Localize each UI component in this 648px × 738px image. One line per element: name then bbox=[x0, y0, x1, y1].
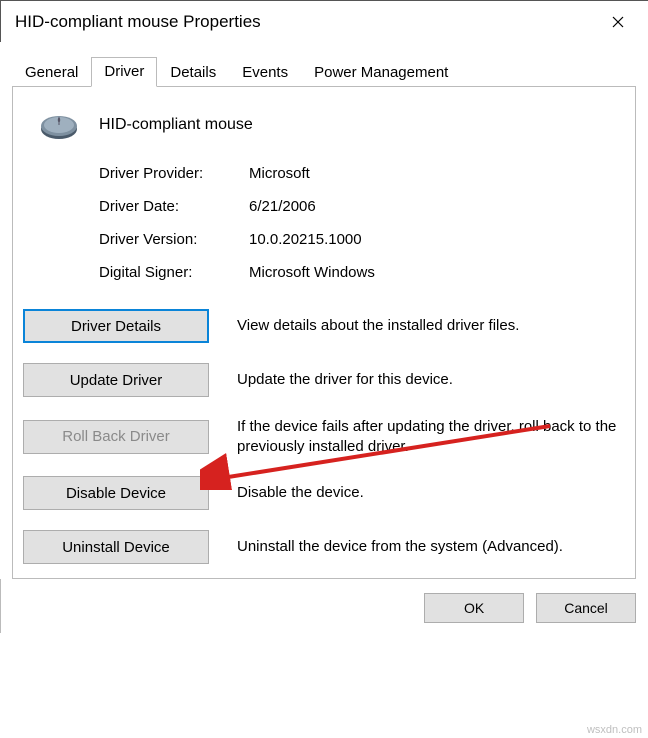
close-icon bbox=[612, 16, 624, 28]
tab-general[interactable]: General bbox=[12, 58, 91, 87]
driver-date-value: 6/21/2006 bbox=[249, 198, 625, 215]
tab-power-management[interactable]: Power Management bbox=[301, 58, 461, 87]
uninstall-device-button[interactable]: Uninstall Device bbox=[23, 530, 209, 564]
window-title: HID-compliant mouse Properties bbox=[15, 12, 261, 32]
driver-details-desc: View details about the installed driver … bbox=[237, 316, 625, 336]
tab-events[interactable]: Events bbox=[229, 58, 301, 87]
watermark: wsxdn.com bbox=[587, 724, 642, 736]
device-name: HID-compliant mouse bbox=[99, 116, 253, 134]
update-driver-button[interactable]: Update Driver bbox=[23, 363, 209, 397]
device-header: HID-compliant mouse bbox=[37, 107, 625, 143]
tab-details[interactable]: Details bbox=[157, 58, 229, 87]
tab-page-driver: HID-compliant mouse Driver Provider: Mic… bbox=[12, 87, 636, 579]
tab-driver[interactable]: Driver bbox=[91, 57, 157, 87]
digital-signer-value: Microsoft Windows bbox=[249, 264, 625, 281]
disable-device-desc: Disable the device. bbox=[237, 483, 625, 503]
driver-details-button[interactable]: Driver Details bbox=[23, 309, 209, 343]
close-button[interactable] bbox=[596, 7, 640, 37]
ok-button[interactable]: OK bbox=[424, 593, 524, 623]
driver-info: Driver Provider: Microsoft Driver Date: … bbox=[99, 165, 625, 281]
driver-actions: Driver Details View details about the in… bbox=[23, 309, 625, 564]
driver-date-label: Driver Date: bbox=[99, 198, 249, 215]
driver-version-value: 10.0.20215.1000 bbox=[249, 231, 625, 248]
titlebar: HID-compliant mouse Properties bbox=[0, 0, 648, 42]
driver-provider-label: Driver Provider: bbox=[99, 165, 249, 182]
dialog-footer: OK Cancel bbox=[0, 579, 648, 633]
uninstall-device-desc: Uninstall the device from the system (Ad… bbox=[237, 537, 625, 557]
cancel-button[interactable]: Cancel bbox=[536, 593, 636, 623]
mouse-icon bbox=[37, 107, 83, 143]
driver-version-label: Driver Version: bbox=[99, 231, 249, 248]
tabstrip: General Driver Details Events Power Mana… bbox=[12, 56, 636, 87]
disable-device-button[interactable]: Disable Device bbox=[23, 476, 209, 510]
digital-signer-label: Digital Signer: bbox=[99, 264, 249, 281]
roll-back-driver-button: Roll Back Driver bbox=[23, 420, 209, 454]
roll-back-driver-desc: If the device fails after updating the d… bbox=[237, 417, 625, 456]
update-driver-desc: Update the driver for this device. bbox=[237, 370, 625, 390]
driver-provider-value: Microsoft bbox=[249, 165, 625, 182]
